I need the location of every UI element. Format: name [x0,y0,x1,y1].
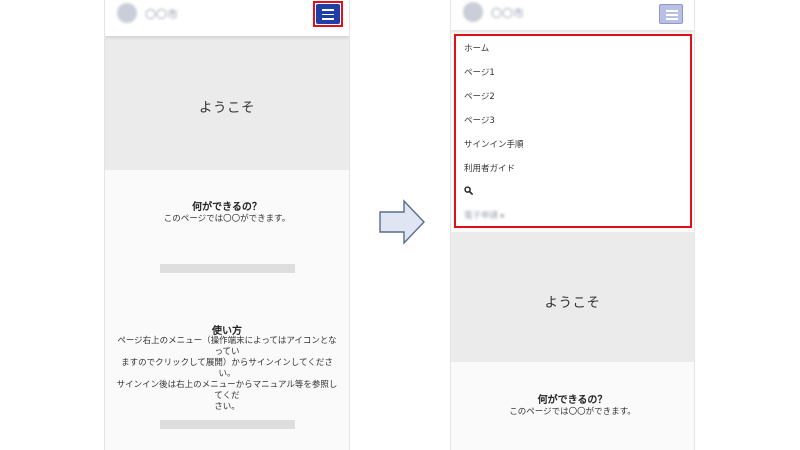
section-body-howto: ページ右上のメニュー（操作端末によってはアイコンとなってい ますのでクリックして… [105,336,349,413]
placeholder-bar [160,264,295,273]
menu-item-page1[interactable]: ページ1 [464,66,495,78]
hero-title: ようこそ [199,100,255,116]
section-title-howto: 使い方 [212,326,242,337]
menu-item-home[interactable]: ホーム [464,42,489,54]
logo-text: 〇〇市 [145,8,178,21]
section-body-what: このページでは〇〇ができます。 [163,214,291,224]
section-body-what: このページでは〇〇ができます。 [509,407,636,417]
menu-item-user-guide[interactable]: 利用者ガイド [464,162,515,174]
menu-item-blurred[interactable]: 電子申請 ▸ [464,209,505,221]
howto-line: ますのでクリックして展開）からサインインしてください。 [121,358,333,379]
section-title-what: 何ができるの？ [192,202,262,213]
header-bar: 〇〇市 [105,0,349,36]
menu-item-page3[interactable]: ページ3 [464,114,495,126]
logo-text: 〇〇市 [491,7,524,20]
placeholder-bar [160,420,295,429]
welcome-hero: ようこそ [105,36,349,170]
navigation-dropdown-menu: ホーム ページ1 ページ2 ページ3 サインイン手順 利用者ガイド 電子申請 ▸ [454,34,692,228]
menu-item-page2[interactable]: ページ2 [464,90,495,102]
howto-line: ページ右上のメニュー（操作端末によってはアイコンとなってい [117,336,337,357]
welcome-hero: ようこそ [451,232,694,362]
menu-item-signin-steps[interactable]: サインイン手順 [464,138,524,150]
left-phone-screen: 〇〇市 ようこそ 何ができるの？ このページでは〇〇ができます。 使い方 ページ… [104,0,350,450]
hamburger-menu-icon[interactable] [659,4,683,24]
hero-title: ようこそ [544,295,601,311]
howto-line: サインイン後は右上のメニューからマニュアル等を参照してくだ [116,380,338,401]
hamburger-menu-icon[interactable] [316,4,340,24]
right-arrow-icon [379,199,425,245]
logo-icon [463,2,483,22]
section-title-what: 何ができるの？ [537,395,608,406]
search-icon[interactable] [464,186,473,195]
logo-icon [117,3,137,23]
header-bar: 〇〇市 [451,0,694,30]
howto-line: さい。 [214,402,240,412]
